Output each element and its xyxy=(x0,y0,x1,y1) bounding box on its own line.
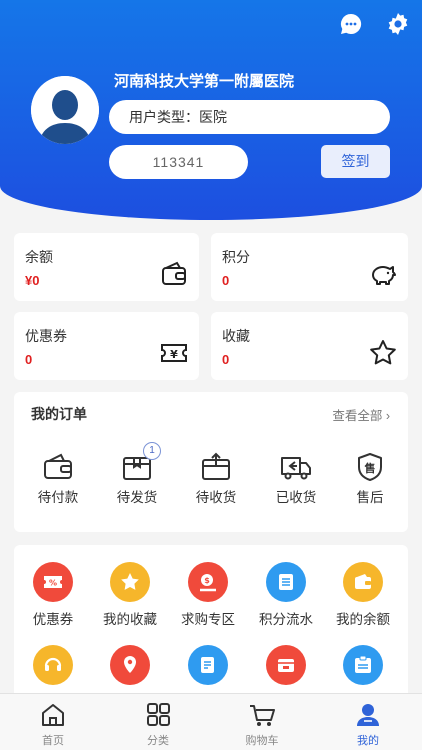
order-label: 已收货 xyxy=(275,490,317,505)
tool-address[interactable] xyxy=(93,645,167,685)
tool-purchase-request[interactable]: $ 求购专区 xyxy=(171,562,245,628)
document-icon xyxy=(188,645,228,685)
order-label: 待发货 xyxy=(116,490,158,505)
truck-icon xyxy=(280,452,312,482)
tab-mine[interactable]: 我的 xyxy=(338,702,398,748)
order-pending-receipt[interactable]: 待收货 xyxy=(186,452,246,506)
tab-label: 首页 xyxy=(42,735,64,747)
wallet-icon xyxy=(343,562,383,602)
tool-label: 求购专区 xyxy=(181,612,235,627)
location-icon xyxy=(110,645,150,685)
order-received[interactable]: 已收货 xyxy=(266,452,326,506)
view-all-orders-link[interactable]: 查看全部 › xyxy=(332,405,390,424)
points-label: 积分 xyxy=(222,249,250,265)
orders-section: 我的订单 查看全部 › 待付款 1 待发货 待收货 已收货 售 售后 xyxy=(14,392,408,532)
user-id-field: 113341 xyxy=(109,145,248,179)
order-pending-payment[interactable]: 待付款 xyxy=(28,452,88,506)
balance-label: 余额 xyxy=(25,249,53,265)
svg-text:%: % xyxy=(49,579,57,588)
tools-section: % 优惠券 我的收藏 $ 求购专区 积分流水 我的余额 xyxy=(14,545,408,705)
tab-cart[interactable]: 购物车 xyxy=(232,702,292,748)
star-icon xyxy=(368,338,398,368)
favorites-label: 收藏 xyxy=(222,328,250,344)
svg-text:$: $ xyxy=(204,576,210,585)
points-card[interactable]: 积分 0 xyxy=(211,233,408,301)
tool-label: 积分流水 xyxy=(259,612,313,627)
storefront-icon xyxy=(266,645,306,685)
bottom-tab-bar: 首页 分类 购物车 我的 xyxy=(0,693,422,750)
profile-header: 河南科技大学第一附屬医院 用户类型：医院 113341 签到 xyxy=(0,0,422,220)
order-after-sale[interactable]: 售 售后 xyxy=(340,452,400,506)
list-icon xyxy=(266,562,306,602)
tool-label: 优惠券 xyxy=(32,612,74,627)
avatar[interactable] xyxy=(31,76,99,144)
order-label: 售后 xyxy=(356,490,384,505)
order-count-badge: 1 xyxy=(143,442,161,460)
coupon-value: 0 xyxy=(25,352,33,367)
orders-title: 我的订单 xyxy=(31,406,87,422)
tool-store[interactable] xyxy=(249,645,323,685)
star-icon xyxy=(110,562,150,602)
balance-value: ¥0 xyxy=(25,273,40,288)
tool-label: 我的余额 xyxy=(336,612,390,627)
tool-id-card[interactable] xyxy=(326,645,400,685)
balance-card[interactable]: 余额 ¥0 xyxy=(14,233,199,301)
cart-icon xyxy=(248,702,276,728)
tab-label: 分类 xyxy=(147,735,169,747)
coupon-card[interactable]: 优惠券 0 ¥ xyxy=(14,312,199,380)
tool-coupon[interactable]: % 优惠券 xyxy=(16,562,90,628)
id-card-icon xyxy=(343,645,383,685)
tool-my-balance[interactable]: 我的余额 xyxy=(326,562,400,628)
user-icon xyxy=(354,702,382,728)
tool-my-favorites[interactable]: 我的收藏 xyxy=(93,562,167,628)
tool-documents[interactable] xyxy=(171,645,245,685)
svg-text:¥: ¥ xyxy=(170,348,178,361)
tool-points-history[interactable]: 积分流水 xyxy=(249,562,323,628)
tool-customer-service[interactable] xyxy=(16,645,90,685)
headset-icon xyxy=(33,645,73,685)
coupon-label: 优惠券 xyxy=(25,328,67,344)
favorites-card[interactable]: 收藏 0 xyxy=(211,312,408,380)
gear-icon[interactable] xyxy=(386,12,410,36)
tab-home[interactable]: 首页 xyxy=(23,702,83,748)
signin-button[interactable]: 签到 xyxy=(321,145,390,178)
after-sale-shield-icon: 售 xyxy=(354,452,386,482)
tab-category[interactable]: 分类 xyxy=(128,702,188,748)
request-icon: $ xyxy=(188,562,228,602)
home-icon xyxy=(39,702,67,728)
hospital-name: 河南科技大学第一附屬医院 xyxy=(114,73,295,90)
coupon-icon: % xyxy=(33,562,73,602)
box-icon: 1 xyxy=(121,442,161,482)
svg-text:售: 售 xyxy=(364,461,376,475)
coupon-icon: ¥ xyxy=(159,338,189,368)
tab-label: 我的 xyxy=(357,735,379,747)
chat-icon[interactable] xyxy=(339,12,363,36)
order-label: 待付款 xyxy=(37,490,79,505)
order-pending-shipment[interactable]: 1 待发货 xyxy=(107,442,167,506)
wallet-icon xyxy=(159,259,189,289)
favorites-value: 0 xyxy=(222,352,230,367)
order-label: 待收货 xyxy=(195,490,237,505)
piggy-bank-icon xyxy=(368,259,398,289)
package-icon xyxy=(200,452,232,482)
wallet-icon xyxy=(42,452,74,482)
tool-label: 我的收藏 xyxy=(103,612,157,627)
category-icon xyxy=(144,702,172,728)
points-value: 0 xyxy=(222,273,230,288)
user-type-field: 用户类型：医院 xyxy=(109,100,390,134)
tab-label: 购物车 xyxy=(245,735,279,747)
